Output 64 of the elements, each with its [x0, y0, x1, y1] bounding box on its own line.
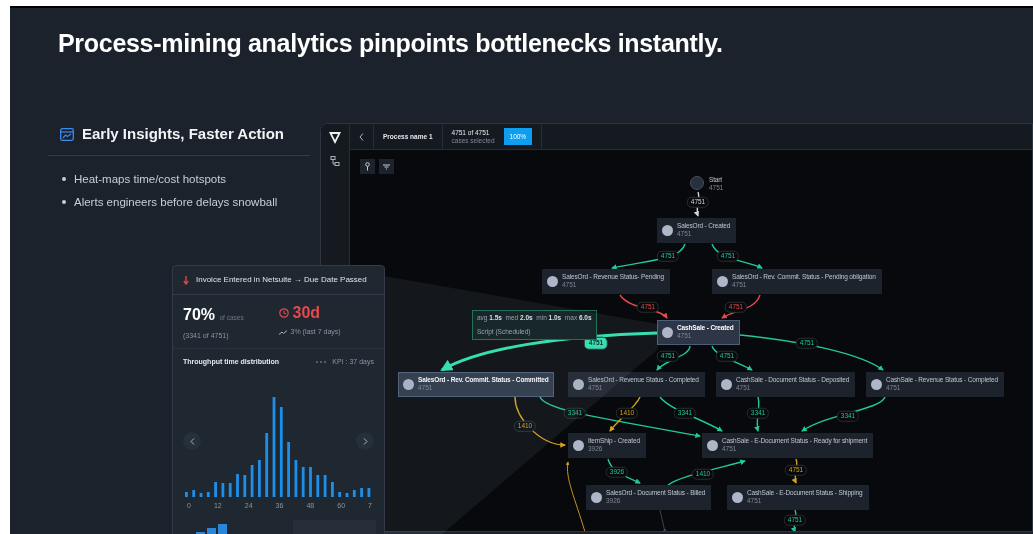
start-node: [690, 176, 704, 190]
node-circle: [662, 224, 673, 236]
bullet-dot: [62, 200, 66, 204]
node-circle: [721, 378, 732, 390]
chart-icon: [60, 127, 74, 141]
histogram-bar: [331, 482, 334, 497]
histogram-bar: [265, 433, 269, 497]
histogram-bar: [196, 531, 205, 534]
section-heading: Early Insights, Faster Action: [82, 124, 284, 144]
histogram-bar: [287, 442, 290, 497]
histogram-bar: [316, 475, 320, 497]
node-circle: [573, 439, 584, 451]
headline: Process-mining analytics pinpoints bottlenecks instantly.: [58, 28, 724, 59]
node-circle: [662, 326, 673, 338]
flow-icon[interactable]: [330, 156, 340, 166]
node-circle: [707, 439, 718, 451]
pin-icon[interactable]: [360, 159, 375, 174]
histogram-bar: [228, 483, 232, 497]
chevron-left-icon: [189, 437, 195, 445]
histogram-bar: [192, 490, 196, 497]
histogram-bar: [206, 492, 210, 497]
histogram-bar: [301, 467, 305, 497]
bullet-text: Heat-maps time/cost hotspots: [74, 171, 227, 187]
node-circle: [871, 378, 882, 390]
histogram-bar: [218, 523, 227, 534]
node-circle: [717, 275, 728, 287]
histogram-bar: [207, 527, 216, 534]
histogram-bar: [236, 474, 239, 497]
logo-icon: [329, 132, 341, 144]
node-circle: [573, 378, 584, 390]
histogram-bar: [338, 492, 342, 497]
bullet-text: Alerts engineers before delays snowball: [74, 194, 278, 210]
bullet-dot: [62, 177, 66, 181]
node-circle: [403, 378, 414, 390]
edge-arrow: [721, 294, 761, 319]
node-circle: [732, 491, 743, 503]
histogram-bar: [258, 460, 261, 497]
histogram-bar: [352, 490, 356, 497]
histogram-bar: [309, 467, 312, 497]
histogram-bar: [221, 483, 225, 497]
histogram-bar: [243, 475, 247, 497]
filter-icon[interactable]: [379, 159, 394, 174]
node-circle: [547, 275, 558, 287]
histogram-bar: [250, 465, 254, 497]
histogram-bar: [185, 492, 188, 497]
histogram-bar: [199, 493, 203, 497]
trend-icon: [278, 329, 287, 335]
node-circle: [591, 491, 602, 503]
duration-value: 30d: [292, 303, 321, 323]
histogram-bar: [214, 482, 217, 497]
chevron-right-icon: [362, 437, 368, 445]
histogram-bar: [367, 488, 371, 497]
card-title: Invoice Entered in Netsuite → Due Date Passed: [196, 274, 367, 286]
histogram-bar: [360, 488, 363, 497]
next-button[interactable]: [356, 432, 374, 450]
histogram-bar: [323, 475, 327, 497]
histogram-bar: [345, 493, 349, 497]
down-arrow-icon: [183, 275, 189, 285]
dashed-line-icon: [316, 360, 329, 363]
histogram-bar: [294, 460, 298, 497]
clock-icon: [278, 308, 289, 318]
back-icon[interactable]: [359, 132, 364, 141]
previous-button[interactable]: [183, 432, 201, 450]
share-value: 70%: [183, 306, 216, 323]
